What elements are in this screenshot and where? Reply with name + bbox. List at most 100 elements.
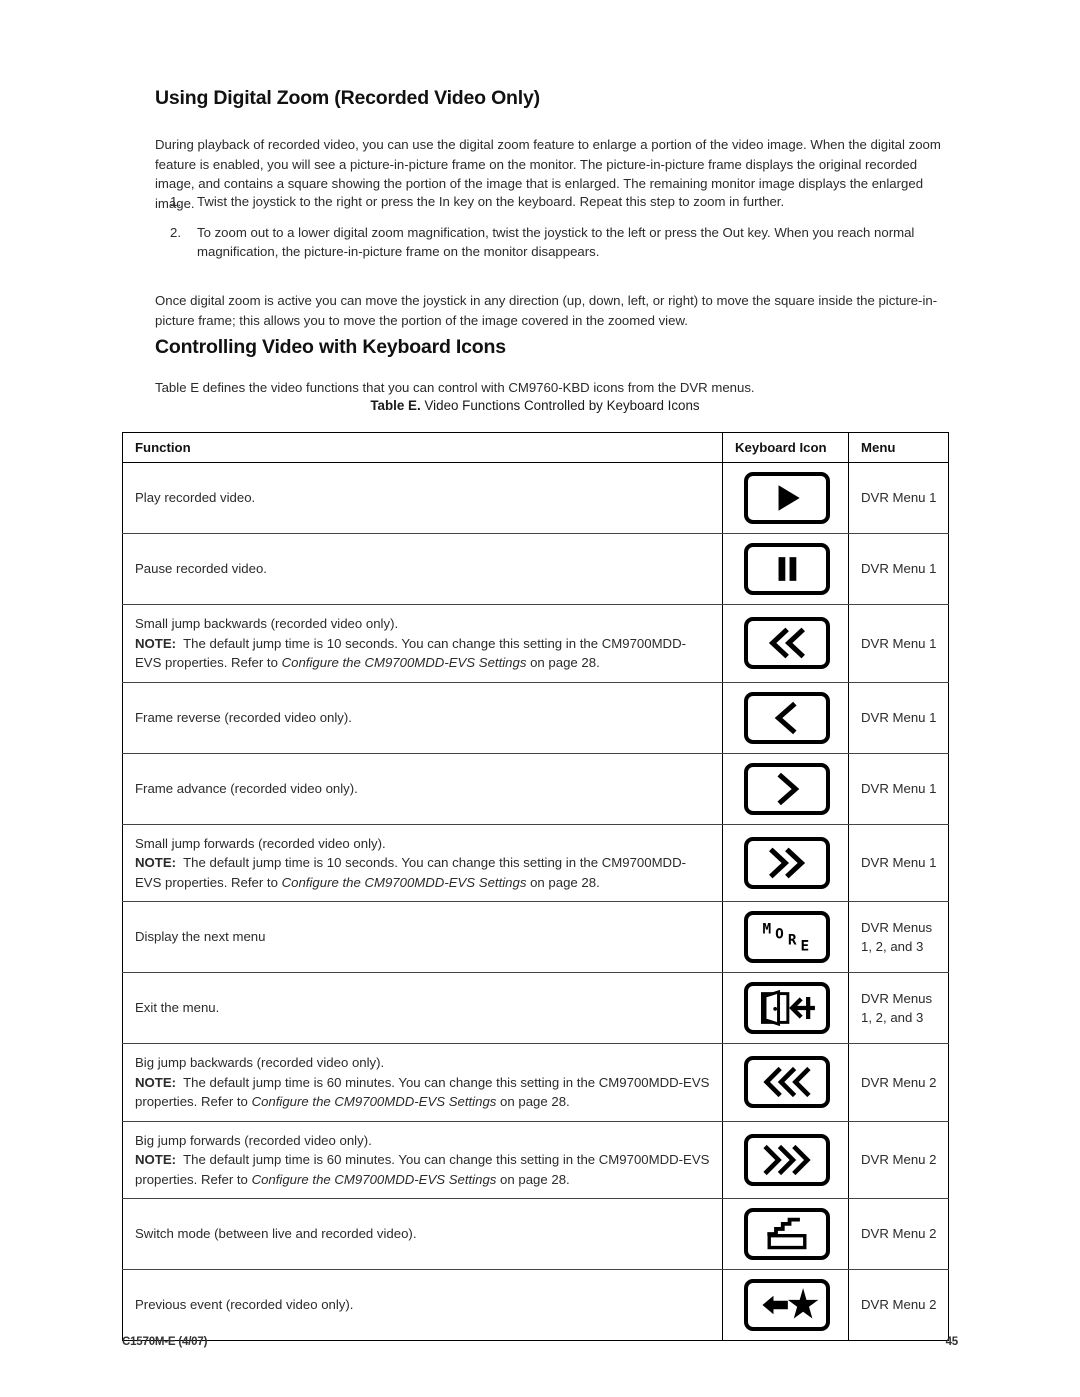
chevron-right-icon [743,762,830,815]
cell-keyboard-icon [722,462,849,534]
cell-function: Frame advance (recorded video only). [122,753,723,825]
cell-menu: DVR Menu 1 [848,753,949,825]
cell-menu: DVR Menu 2 [848,1198,949,1270]
cell-keyboard-icon [722,1269,849,1341]
note-cross-reference: Configure the CM9700MDD-EVS Settings [251,1094,497,1109]
function-description: Exit the menu. [135,1000,220,1016]
note-label: NOTE: [135,635,177,651]
function-description: Previous event (recorded video only). [135,1297,354,1313]
double-chevron-left-icon [743,617,830,670]
pause-icon [743,543,830,595]
digital-zoom-steps-list: 1. Twist the joystick to the right or pr… [170,192,952,273]
cell-keyboard-icon [722,1043,849,1122]
list-item-text: To zoom out to a lower digital zoom magn… [197,224,915,260]
cell-menu: DVR Menu 1 [848,682,949,754]
note-cross-reference: Configure the CM9700MDD-EVS Settings [281,655,527,670]
cell-menu: DVR Menu 1 [848,604,949,683]
more-icon: MORE [743,911,830,963]
exit-door-icon [743,982,830,1034]
table-caption-text: Video Functions Controlled by Keyboard I… [424,398,700,413]
note-tail: on page 28. [530,655,600,670]
column-header-menu: Menu [848,432,949,463]
function-description: Big jump backwards (recorded video only)… [135,1055,385,1070]
triple-chevron-right-icon [743,1133,830,1186]
footer-page-number: 45 [945,1336,959,1348]
list-item-text: Twist the joystick to the right or press… [197,194,785,209]
function-description: Play recorded video. [135,490,256,506]
svg-text:O: O [775,927,784,943]
column-header-keyboard-icon: Keyboard Icon [722,432,849,463]
cell-keyboard-icon [722,753,849,825]
svg-text:R: R [787,933,796,949]
cell-function: Switch mode (between live and recorded v… [122,1198,723,1270]
note-label: NOTE: [135,1074,177,1090]
cell-menu: DVR Menus 1, 2, and 3 [848,972,949,1044]
table-row: Previous event (recorded video only). DVR… [122,1269,949,1341]
clapperboard-icon [743,1208,830,1260]
cell-menu: DVR Menu 2 [848,1043,949,1122]
table-row: Big jump backwards (recorded video only)… [122,1043,949,1122]
double-chevron-right-icon [743,836,830,889]
cell-keyboard-icon: MORE [722,901,849,973]
function-description: Frame advance (recorded video only). [135,780,358,796]
table-caption-label: Table E. [370,398,421,413]
table-row: Pause recorded video. DVR Menu 1 [122,533,949,605]
table-row: Small jump backwards (recorded video onl… [122,604,949,683]
table-row: Switch mode (between live and recorded v… [122,1198,949,1270]
cell-function: Exit the menu. [122,972,723,1044]
note-label: NOTE: [135,1152,177,1167]
function-note: NOTE: The default jump time is 10 second… [135,634,712,673]
function-description: Frame reverse (recorded video only). [135,709,352,725]
cell-keyboard-icon [722,604,849,683]
page-heading-digital-zoom: Using Digital Zoom (Recorded Video Only) [155,87,540,109]
svg-text:M: M [762,922,771,938]
note-label: NOTE: [135,855,177,870]
list-item: 2. To zoom out to a lower digital zoom m… [170,223,952,262]
list-item: 1. Twist the joystick to the right or pr… [170,192,952,212]
table-row: Big jump forwards (recorded video only).… [122,1121,949,1199]
function-description: Pause recorded video. [135,561,267,577]
function-description: Small jump backwards (recorded video onl… [135,616,399,631]
cell-function: Big jump forwards (recorded video only).… [122,1121,723,1199]
play-icon [743,472,830,524]
table-body: Play recorded video. DVR Menu 1 Pause reco… [122,462,949,1341]
function-description: Switch mode (between live and recorded v… [135,1226,417,1242]
cell-function: Previous event (recorded video only). [122,1269,723,1341]
cell-keyboard-icon [722,1198,849,1270]
table-caption: Table E. Video Functions Controlled by K… [122,398,948,413]
function-note: NOTE: The default jump time is 10 second… [135,853,712,892]
cell-menu: DVR Menu 2 [848,1121,949,1199]
cell-menu: DVR Menu 1 [848,824,949,902]
svg-text:E: E [800,939,809,955]
chevron-left-icon [743,691,830,744]
digital-zoom-closing-paragraph: Once digital zoom is active you can move… [155,293,938,328]
cell-menu: DVR Menu 1 [848,462,949,534]
triple-chevron-left-icon [743,1056,830,1109]
cell-keyboard-icon [722,533,849,605]
note-tail: on page 28. [500,1094,570,1109]
table-header-row: Function Keyboard Icon Menu [122,432,949,463]
note-tail: on page 28. [530,874,600,890]
document-page: Using Digital Zoom (Recorded Video Only)… [0,0,1080,1397]
function-description: Small jump forwards (recorded video only… [135,835,386,851]
cell-function: Frame reverse (recorded video only). [122,682,723,754]
previous-event-icon [743,1279,830,1331]
cell-function: Small jump backwards (recorded video onl… [122,604,723,683]
note-cross-reference: Configure the CM9700MDD-EVS Settings [251,1171,497,1187]
cell-function: Pause recorded video. [122,533,723,605]
cell-keyboard-icon [722,824,849,902]
function-note: NOTE: The default jump time is 60 minute… [135,1150,712,1189]
table-row: Exit the menu. DVR Menus 1, 2, and 3 [122,972,949,1044]
list-item-number: 1. [170,194,181,209]
cell-function: Display the next menu [122,901,723,973]
cell-menu: DVR Menus 1, 2, and 3 [848,901,949,973]
column-header-function: Function [122,432,723,463]
cell-menu: DVR Menu 1 [848,533,949,605]
keyboard-icons-table: Function Keyboard Icon Menu Play recorde… [122,432,949,1341]
table-row: Frame advance (recorded video only). DVR … [122,753,949,825]
cell-keyboard-icon [722,682,849,754]
page-heading-controlling-video: Controlling Video with Keyboard Icons [155,336,506,358]
cell-menu: DVR Menu 2 [861,1297,937,1313]
footer-document-id: C1570M-E (4/07) [122,1336,208,1348]
cell-keyboard-icon [722,1121,849,1199]
